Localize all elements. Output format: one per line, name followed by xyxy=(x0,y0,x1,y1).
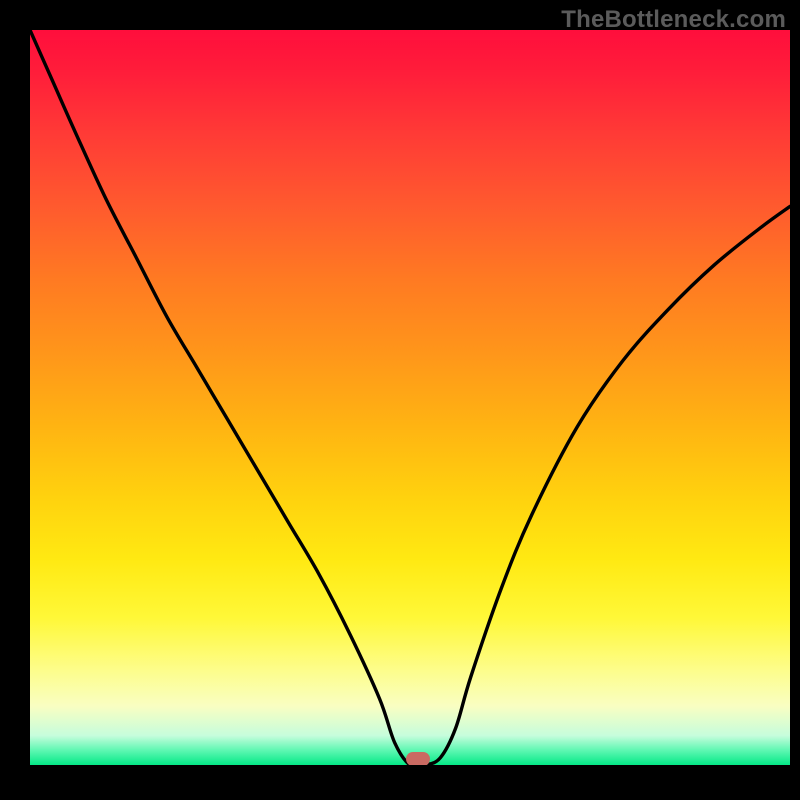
watermark-label: TheBottleneck.com xyxy=(561,6,786,34)
curve-path xyxy=(30,30,790,765)
curve-svg xyxy=(30,30,790,765)
optimum-marker xyxy=(406,752,430,765)
figure-container: TheBottleneck.com xyxy=(0,0,800,800)
plot-area xyxy=(30,30,790,765)
